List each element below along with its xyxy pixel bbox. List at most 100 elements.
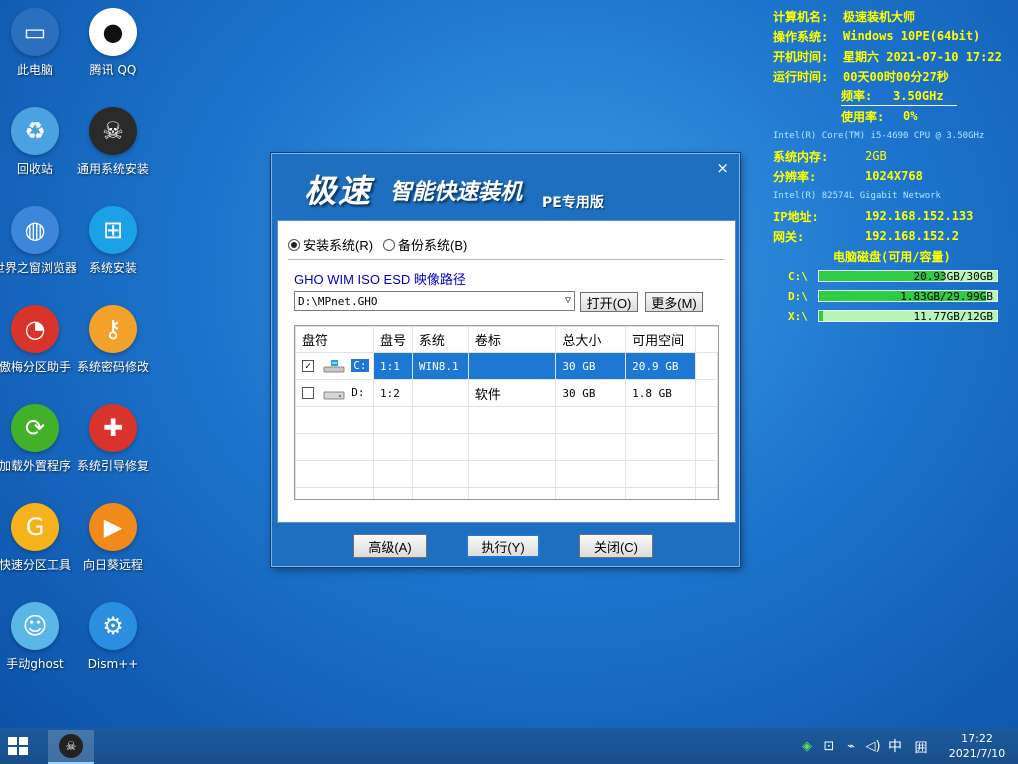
- ghost-skull-icon: ☠: [89, 107, 137, 155]
- shield-icon[interactable]: ◈: [796, 739, 818, 754]
- brand-title: 极速: [304, 172, 373, 210]
- key-icon: ⚷: [89, 305, 137, 353]
- disk-usage-bar: 20.93GB/30GB: [818, 270, 998, 283]
- gateway: 网关: 192.168.152.2: [773, 226, 1013, 246]
- disk-num-cell: 1:2: [372, 379, 413, 407]
- desktop-icon-qq-penguin[interactable]: ● 腾讯 QQ: [71, 8, 155, 88]
- clock[interactable]: 17:22 2021/7/10: [936, 731, 1018, 761]
- desktop-icon-label: 腾讯 QQ: [89, 63, 137, 77]
- image-path-combo[interactable]: D:\MPnet.GHO ▽: [294, 291, 575, 311]
- desktop-icon-refresh-arrows[interactable]: ⟳ 加载外置程序: [0, 404, 77, 484]
- checkbox-unchecked-icon[interactable]: [302, 387, 314, 399]
- ime-indicator[interactable]: 中: [884, 736, 906, 756]
- keyboard-icon[interactable]: 囲: [906, 737, 936, 756]
- sysinfo-value: Windows 10PE(64bit): [843, 29, 981, 43]
- desktop-icon-ghost-skull[interactable]: ☠ 通用系统安装: [71, 107, 155, 187]
- volume-cell: [467, 352, 557, 380]
- install-radio[interactable]: 安装系统(R): [288, 235, 373, 254]
- disk-letter: X:\: [788, 309, 808, 323]
- disk-usage-bar: 11.77GB/12GB: [818, 310, 998, 323]
- disk-usage-text: 11.77GB/12GB: [913, 310, 993, 323]
- disk-usage-bar: 1.83GB/29.99GB: [818, 290, 998, 303]
- desktop-icon-ghost[interactable]: ☺ 手动ghost: [0, 602, 77, 682]
- desktop-icon-globe[interactable]: ◍ 世界之窗浏览器: [0, 206, 77, 286]
- cpu-model: Intel(R) Core(TM) i5-4690 CPU @ 3.50GHz: [773, 131, 985, 141]
- sysinfo-row: 运行时间: 00天00时00分27秒: [773, 66, 1013, 86]
- desktop-icon-label: 世界之窗浏览器: [0, 261, 78, 275]
- network-icon[interactable]: ⊡: [818, 739, 840, 754]
- desktop-icon-label: Dism++: [87, 657, 139, 671]
- disk-usage-row: X:\ 11.77GB/12GB: [773, 306, 1013, 326]
- disk-num-cell: 1:1: [372, 352, 413, 380]
- close-button[interactable]: 关闭(C): [579, 534, 653, 558]
- dialog-body: 安装系统(R) 备份系统(B) GHO WIM ISO ESD 映像路径 D:\…: [277, 220, 736, 523]
- clock-time: 17:22: [961, 732, 993, 745]
- table-row[interactable]: D: 1:2 软件 30 GB 1.8 GB: [295, 379, 718, 407]
- freq-value: 3.50GHz: [893, 88, 944, 103]
- disk-usage-text: 1.83GB/29.99GB: [900, 290, 993, 303]
- backup-radio-label: 备份系统(B): [398, 238, 468, 253]
- checkbox-checked-icon[interactable]: ✓: [302, 360, 314, 372]
- more-button[interactable]: 更多(M): [645, 292, 703, 312]
- desktop-icon-windows-logo[interactable]: ⊞ 系统安装: [71, 206, 155, 286]
- chevron-down-icon[interactable]: ▽: [565, 295, 571, 306]
- desktop-icon-label: 加载外置程序: [0, 459, 71, 473]
- advanced-button[interactable]: 高级(A): [353, 534, 427, 558]
- desktop-icon-label: 向日葵远程: [82, 558, 143, 572]
- freq-label: 频率:: [841, 89, 873, 103]
- partition-table: 盘符 盘号 系统 卷标 总大小 可用空间 ✓ C: 1:1 WIN8.1 30 …: [294, 325, 719, 500]
- disk-usage-text: 20.93GB/30GB: [913, 270, 993, 283]
- brand-subtitle: 智能快速装机: [390, 180, 523, 205]
- ghost-skull-icon: ☠: [59, 734, 83, 758]
- drive-cell[interactable]: D:: [295, 379, 374, 407]
- ip-address: IP地址: 192.168.152.133: [773, 206, 1013, 226]
- desktop-icon-partition-g[interactable]: G 快速分区工具: [0, 503, 77, 583]
- taskbar-ghost-app[interactable]: ☠: [48, 730, 94, 764]
- desktop-icon-recycle-bin[interactable]: ♻ 回收站: [0, 107, 77, 187]
- col-total: 总大小: [555, 326, 627, 353]
- sysinfo-row: 开机时间: 星期六 2021-07-10 17:22: [773, 46, 1013, 66]
- gears-icon: ⚙: [89, 602, 137, 650]
- volume-cell: 软件: [467, 379, 557, 407]
- gw-label: 网关:: [773, 229, 805, 244]
- system-cell: [411, 379, 469, 407]
- total-cell: 30 GB: [555, 379, 627, 407]
- sunflower-remote-icon: ▶: [89, 503, 137, 551]
- desktop-icon-first-aid-kit[interactable]: ✚ 系统引导修复: [71, 404, 155, 484]
- windows-logo-icon[interactable]: [8, 737, 28, 755]
- table-row[interactable]: ✓ C: 1:1 WIN8.1 30 GB 20.9 GB: [295, 352, 718, 380]
- usb-icon[interactable]: ⌁: [840, 739, 862, 754]
- drive-cell[interactable]: ✓ C:: [295, 352, 374, 380]
- execute-button[interactable]: 执行(Y): [466, 534, 540, 558]
- close-icon[interactable]: ×: [716, 159, 729, 177]
- image-path-label: GHO WIM ISO ESD 映像路径: [294, 272, 466, 287]
- desktop-icon-label: 系统密码修改: [76, 360, 149, 374]
- windows-logo-icon: ⊞: [89, 206, 137, 254]
- sysinfo-value: 极速装机大师: [843, 9, 916, 24]
- disk-usage-row: C:\ 20.93GB/30GB: [773, 266, 1013, 286]
- installer-dialog: 极速 智能快速装机 PE专用版 × 安装系统(R) 备份系统(B) GHO WI…: [271, 153, 740, 567]
- qq-penguin-icon: ●: [89, 8, 137, 56]
- desktop-icon-sunflower-remote[interactable]: ▶ 向日葵远程: [71, 503, 155, 583]
- first-aid-kit-icon: ✚: [89, 404, 137, 452]
- desktop-icon-partition-disk[interactable]: ◔ 傲梅分区助手: [0, 305, 77, 385]
- desktop-icon-label: 手动ghost: [6, 657, 64, 671]
- empty-row: [295, 460, 718, 488]
- open-button[interactable]: 打开(O): [580, 292, 638, 312]
- backup-radio[interactable]: 备份系统(B): [383, 235, 467, 254]
- recycle-bin-icon: ♻: [11, 107, 59, 155]
- mem-value: 2GB: [865, 149, 887, 163]
- desktop-icon-label: 快速分区工具: [0, 558, 71, 572]
- os-drive-icon: [323, 360, 345, 373]
- filler-cell: [695, 379, 718, 407]
- system-cell: WIN8.1: [411, 352, 469, 380]
- desktop-icon-key[interactable]: ⚷ 系统密码修改: [71, 305, 155, 385]
- sysinfo-key: 运行时间:: [773, 69, 829, 84]
- desktop-icon-gears[interactable]: ⚙ Dism++: [71, 602, 155, 682]
- sysinfo-row: 操作系统: Windows 10PE(64bit): [773, 26, 1013, 46]
- desktop-icon-computer[interactable]: ▭ 此电脑: [0, 8, 77, 88]
- col-volume: 卷标: [467, 326, 557, 353]
- speaker-icon[interactable]: ◁): [862, 739, 884, 754]
- ip-value: 192.168.152.133: [865, 209, 974, 223]
- empty-row: [295, 433, 718, 461]
